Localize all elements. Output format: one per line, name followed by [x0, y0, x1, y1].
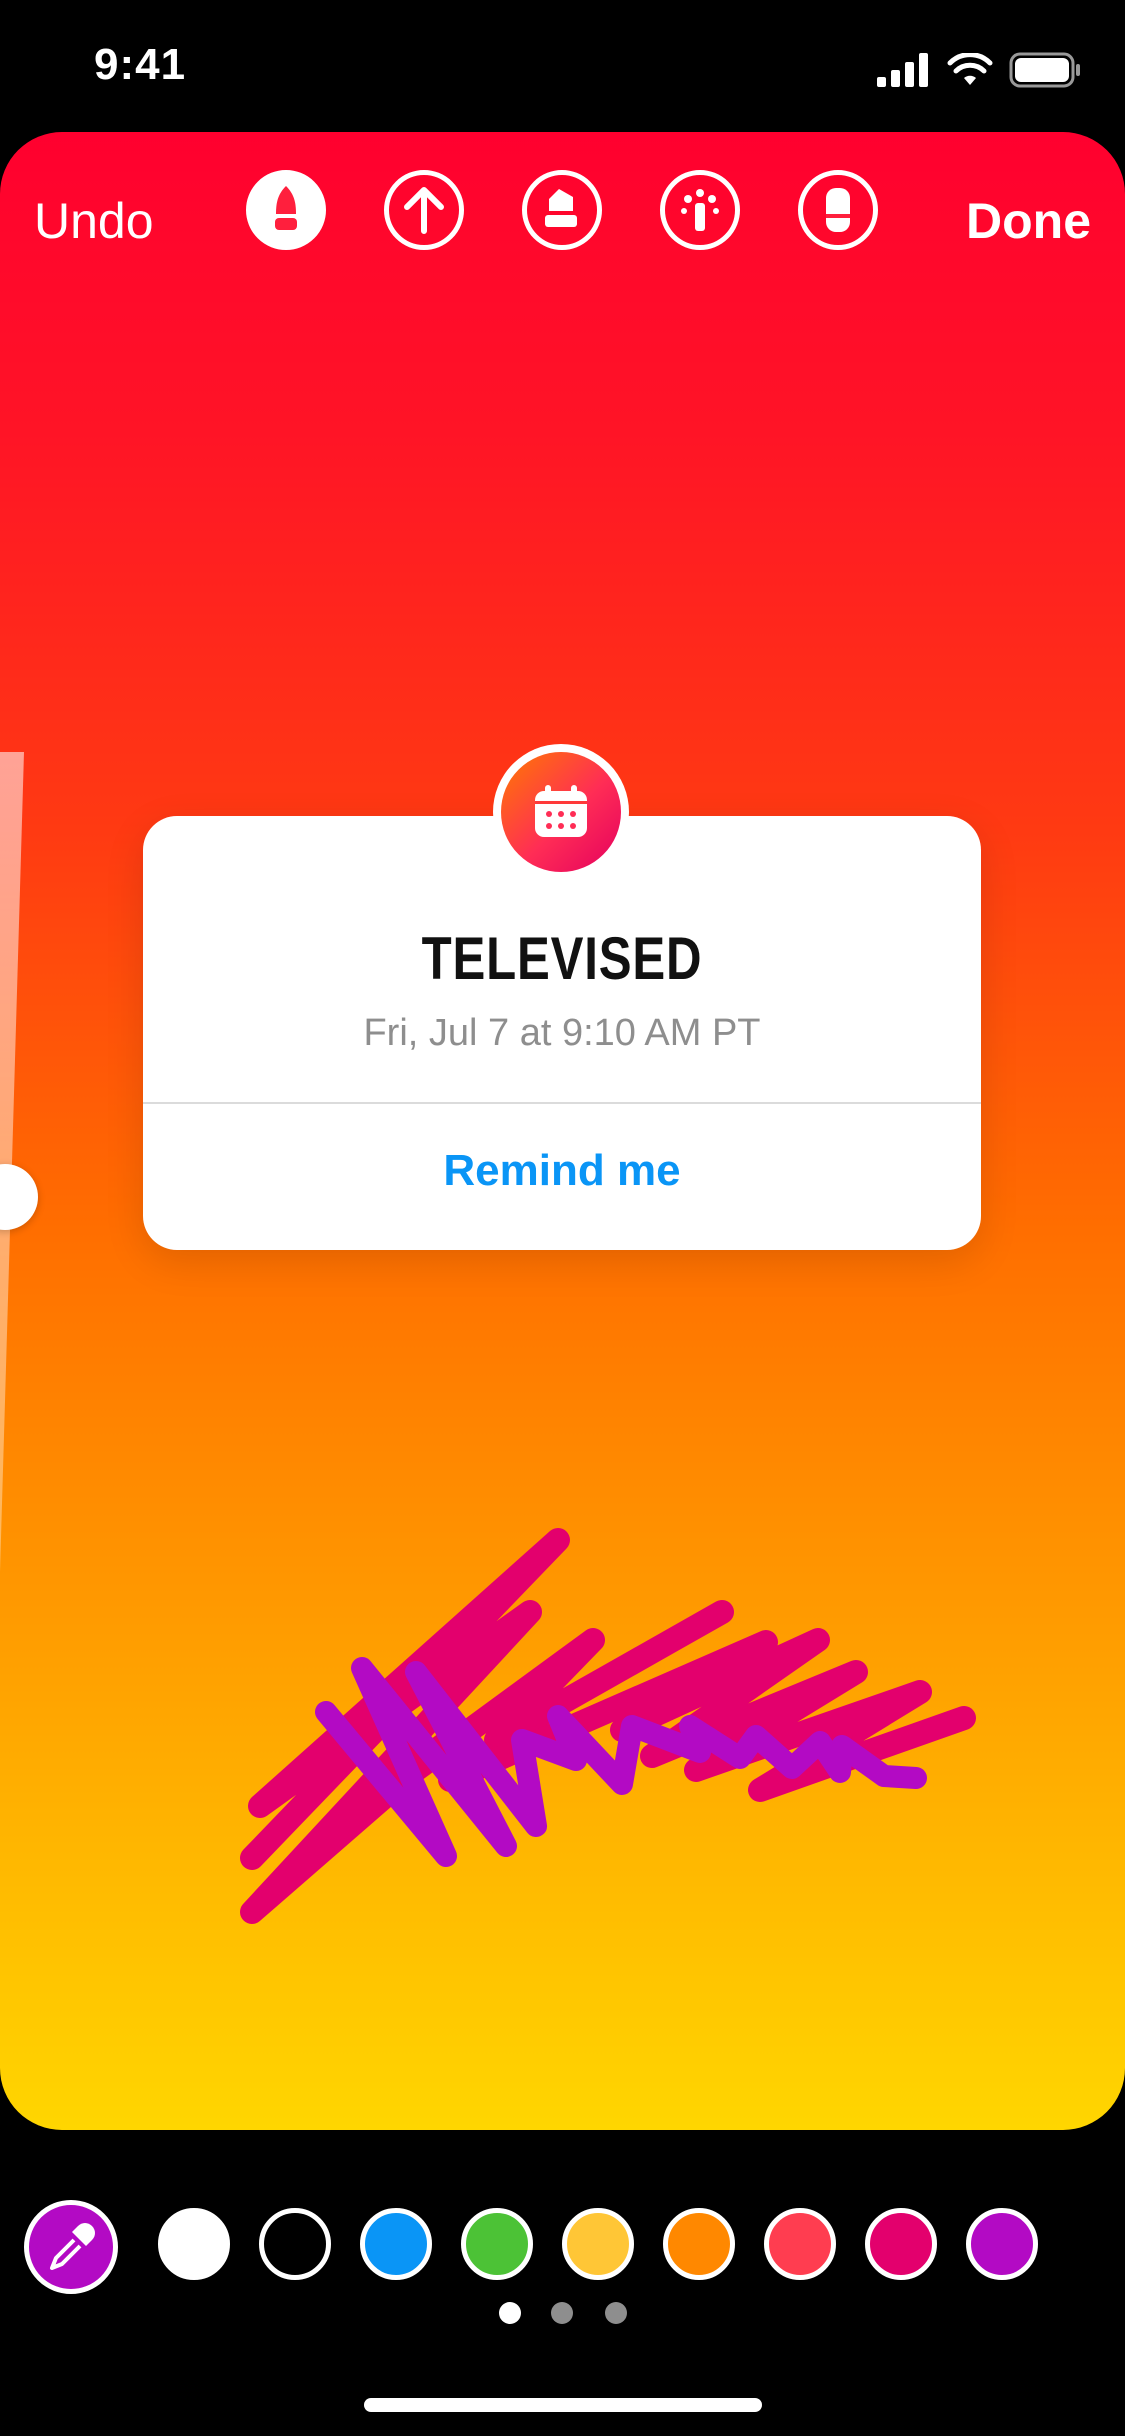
palette-page-dots [0, 2302, 1125, 2332]
sticker-badge [493, 744, 629, 880]
color-swatch[interactable] [360, 2208, 432, 2280]
arrow-up-icon [404, 187, 444, 234]
color-swatch[interactable] [562, 2208, 634, 2280]
cellular-signal-icon [877, 53, 928, 87]
highlighter-icon [545, 189, 577, 227]
marker-icon [275, 186, 297, 230]
neon-icon [681, 189, 719, 231]
scribble-drawing [240, 1528, 976, 1924]
color-swatch[interactable] [158, 2208, 230, 2280]
status-icons [877, 50, 1081, 90]
sticker-title: TELEVISED [421, 925, 703, 992]
color-palette [0, 2196, 1125, 2306]
marker-tool-button[interactable] [246, 170, 326, 250]
color-swatch[interactable] [966, 2208, 1038, 2280]
color-swatch[interactable] [461, 2208, 533, 2280]
brush-size-slider[interactable] [0, 752, 24, 1572]
undo-button[interactable]: Undo [34, 192, 154, 250]
color-swatch[interactable] [663, 2208, 735, 2280]
battery-icon [1009, 52, 1080, 88]
eraser-tool-button[interactable] [798, 170, 878, 250]
color-swatch[interactable] [865, 2208, 937, 2280]
sticker-date: Fri, Jul 7 at 9:10 AM PT [363, 1012, 761, 1054]
page-dot[interactable] [499, 2302, 521, 2324]
eyedropper-icon [50, 2223, 95, 2270]
remind-me-button[interactable]: Remind me [143, 1146, 981, 1196]
arrow-tool-button[interactable] [384, 170, 464, 250]
eyedropper-button[interactable] [24, 2200, 118, 2294]
highlighter-tool-button[interactable] [522, 170, 602, 250]
color-swatch[interactable] [259, 2208, 331, 2280]
wifi-icon [947, 53, 993, 85]
status-time: 9:41 [94, 40, 187, 89]
home-indicator [364, 2398, 762, 2412]
eraser-icon [826, 188, 850, 232]
calendar-icon [535, 785, 587, 837]
neon-tool-button[interactable] [660, 170, 740, 250]
done-button[interactable]: Done [966, 192, 1091, 250]
page-dot[interactable] [605, 2302, 627, 2324]
status-bar: 9:41 [0, 0, 1125, 132]
page-dot[interactable] [551, 2302, 573, 2324]
event-sticker[interactable]: TELEVISED Fri, Jul 7 at 9:10 AM PT Remin… [143, 816, 981, 1250]
color-swatch[interactable] [764, 2208, 836, 2280]
sticker-divider [143, 1102, 981, 1104]
